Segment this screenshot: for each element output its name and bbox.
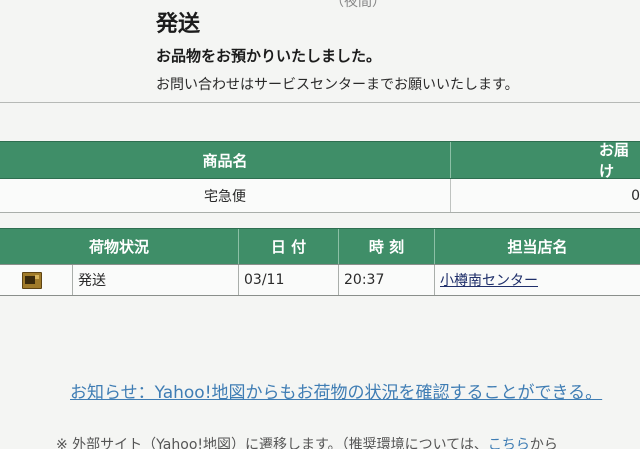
product-name-cell: 宅急便 xyxy=(204,188,246,205)
delivery-cell: 0 xyxy=(450,179,640,212)
store-cell: 小樽南センター xyxy=(434,265,640,295)
status-heading: 発送 xyxy=(156,12,201,37)
package-icon xyxy=(22,271,42,289)
status-header: 荷物状況 xyxy=(88,238,149,256)
contact-message: お問い合わせはサービスセンターまでお願いいたします。 xyxy=(156,77,519,93)
date-header: 日 付 xyxy=(238,229,338,264)
store-link[interactable]: 小樽南センター xyxy=(440,270,538,290)
time-cell: 20:37 xyxy=(338,265,434,295)
yahoo-map-notice-link[interactable]: お知らせ：Yahoo!地図からもお荷物の状況を確認することができる。 xyxy=(70,378,602,403)
top-fragment-text: （夜間） xyxy=(330,0,386,10)
table-row: 発送 03/11 20:37 小樽南センター xyxy=(0,264,640,296)
footnote: ※ 外部サイト（Yahoo!地図）に遷移します。（推奨環境については、こちらから xyxy=(56,434,558,449)
table-row: 宅急便 0 xyxy=(0,179,640,213)
status-cell: 発送 xyxy=(72,265,238,295)
time-header: 時 刻 xyxy=(338,229,434,264)
tracking-result-page: （夜間） 発送 お品物をお預かりいたしました。 お問い合わせはサービスセンターま… xyxy=(0,0,640,449)
product-table-header: 商品名 お届け xyxy=(0,141,640,180)
date-cell: 03/11 xyxy=(238,265,338,295)
product-table: 商品名 お届け 宅急便 0 xyxy=(0,141,640,213)
package-status-table: 荷物状況 日 付 時 刻 担当店名 発送 03/11 20:37 小樽南センター xyxy=(0,228,640,296)
store-header: 担当店名 xyxy=(434,229,640,264)
recommended-env-link[interactable]: こちら xyxy=(488,437,530,449)
divider xyxy=(0,102,640,103)
footnote-tail: から xyxy=(529,437,558,449)
status-message: お品物をお預かりいたしました。 xyxy=(156,47,382,65)
product-name-header: 商品名 xyxy=(202,151,248,170)
status-table-header: 荷物状況 日 付 時 刻 担当店名 xyxy=(0,228,640,264)
status-icon-cell xyxy=(0,265,72,295)
delivery-header: お届け xyxy=(450,141,640,180)
footnote-text: ※ 外部サイト（Yahoo!地図）に遷移します。（推奨環境については、 xyxy=(56,437,488,449)
